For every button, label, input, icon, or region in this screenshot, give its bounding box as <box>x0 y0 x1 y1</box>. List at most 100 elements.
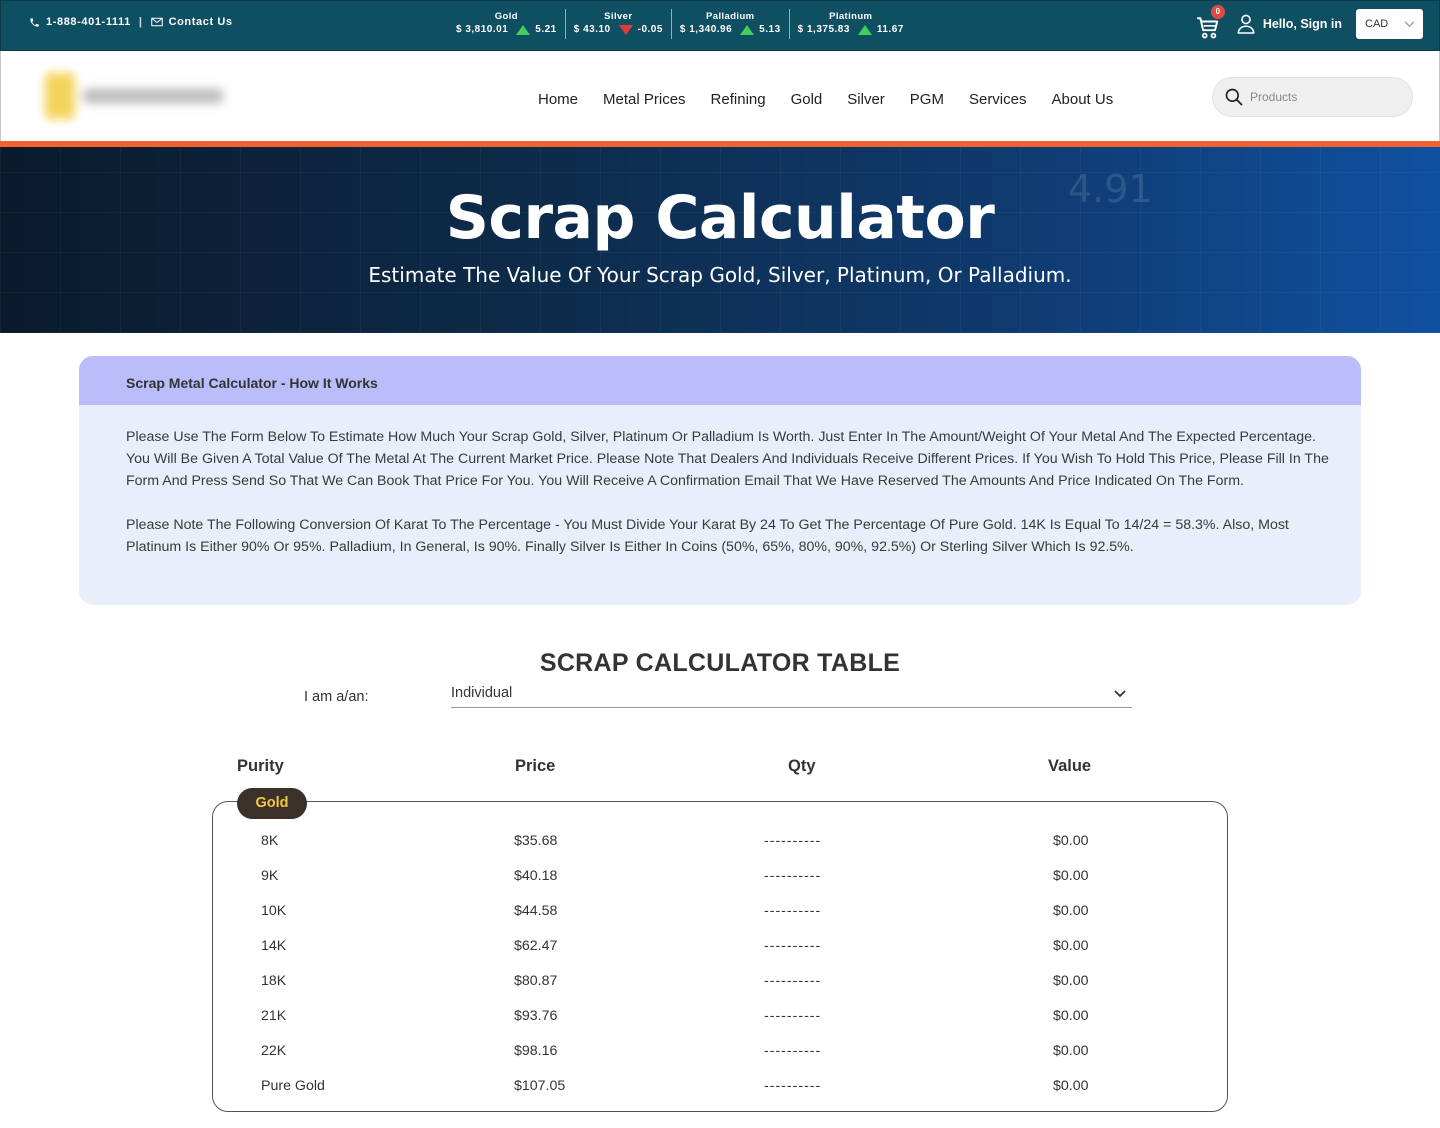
purity-cell: 14K <box>261 938 287 954</box>
cart-count-badge: 0 <box>1210 5 1225 19</box>
table-row: 22K $98.16 ---------- $0.00 <box>212 1043 1228 1078</box>
info-paragraph: Please Use The Form Below To Estimate Ho… <box>126 429 1329 489</box>
ticker-price: $ 1,375.83 <box>797 24 850 35</box>
nav-item-services[interactable]: Services <box>969 91 1027 108</box>
column-header-price: Price <box>515 757 556 775</box>
calculator-title: SCRAP CALCULATOR TABLE <box>539 649 901 677</box>
nav-item-gold[interactable]: Gold <box>791 91 823 108</box>
ticker-change: 5.21 <box>535 24 557 35</box>
currency-select[interactable]: CAD <box>1356 9 1423 39</box>
table-row: 21K $93.76 ---------- $0.00 <box>212 1008 1228 1043</box>
nav-item-home[interactable]: Home <box>538 91 578 108</box>
qty-input[interactable]: ---------- <box>764 868 821 884</box>
purity-cell: 21K <box>261 1008 287 1024</box>
ticker-change: -0.05 <box>637 24 663 35</box>
table-row: 14K $62.47 ---------- $0.00 <box>212 938 1228 973</box>
value-cell: $0.00 <box>1053 903 1089 919</box>
column-header-qty: Qty <box>788 757 816 775</box>
phone-icon <box>30 17 39 27</box>
nav-item-metal-prices[interactable]: Metal Prices <box>603 91 686 108</box>
table-row: 10K $44.58 ---------- $0.00 <box>212 903 1228 938</box>
contact-link[interactable]: Contact Us <box>169 16 233 28</box>
ticker-item-palladium: Palladium $ 1,340.96 5.13 <box>672 9 790 39</box>
currency-value: CAD <box>1365 18 1389 30</box>
value-cell: $0.00 <box>1053 938 1089 954</box>
ticker-price: $ 43.10 <box>573 24 611 35</box>
info-paragraph: Please Note The Following Conversion Of … <box>126 517 1289 555</box>
main-header: Home Metal Prices Refining Gold Silver PGM Ser… <box>0 51 1440 142</box>
sign-in-label: Hello, Sign in <box>1262 17 1342 31</box>
search-icon[interactable] <box>1224 87 1244 107</box>
ticker-item-gold: Gold $ 3,810.01 5.21 <box>448 9 566 39</box>
purity-cell: 8K <box>261 833 279 849</box>
ticker-price: $ 3,810.01 <box>456 24 509 35</box>
price-cell: $98.16 <box>514 1043 558 1059</box>
customer-type-select[interactable]: Individual <box>451 685 1132 708</box>
value-cell: $0.00 <box>1053 1078 1089 1094</box>
purity-cell: 22K <box>261 1043 287 1059</box>
purity-cell: 10K <box>261 903 287 919</box>
qty-input[interactable]: ---------- <box>764 938 821 954</box>
ticker-item-platinum: Platinum $ 1,375.83 11.67 <box>790 9 912 39</box>
search-bar <box>1212 77 1413 117</box>
sign-in-link[interactable]: Hello, Sign in <box>1237 14 1342 34</box>
table-row: 9K $40.18 ---------- $0.00 <box>212 868 1228 903</box>
chevron-down-icon <box>1114 690 1126 698</box>
table-row: 18K $80.87 ---------- $0.00 <box>212 973 1228 1008</box>
ticker-metal: Gold <box>494 11 518 22</box>
price-cell: $40.18 <box>514 868 558 884</box>
purity-cell: Pure Gold <box>261 1078 325 1094</box>
divider: | <box>138 16 143 28</box>
cart-button[interactable]: 0 <box>1195 5 1225 41</box>
nav-item-pgm[interactable]: PGM <box>910 91 944 108</box>
table-row: 8K $35.68 ---------- $0.00 <box>212 833 1228 868</box>
value-cell: $0.00 <box>1053 1043 1089 1059</box>
value-cell: $0.00 <box>1053 868 1089 884</box>
ticker-change: 5.13 <box>759 24 781 35</box>
page-subtitle: Estimate The Value Of Your Scrap Gold, S… <box>368 263 1072 287</box>
price-ticker: Gold $ 3,810.01 5.21 Silver $ 43.10 -0.05 Pall… <box>448 9 912 39</box>
price-cell: $80.87 <box>514 973 558 989</box>
ticker-metal: Platinum <box>829 11 873 22</box>
qty-input[interactable]: ---------- <box>764 973 821 989</box>
metal-group-badge: Gold <box>237 788 307 819</box>
nav-item-about-us[interactable]: About Us <box>1052 91 1114 108</box>
page-title: Scrap Calculator <box>445 183 995 253</box>
column-header-purity: Purity <box>237 757 284 775</box>
price-cell: $93.76 <box>514 1008 558 1024</box>
mail-icon <box>150 17 163 27</box>
chevron-down-icon <box>1404 20 1415 27</box>
price-cell: $35.68 <box>514 833 558 849</box>
ticker-change: 11.67 <box>876 24 904 35</box>
how-it-works-panel: Scrap Metal Calculator - How It Works Pl… <box>79 356 1361 605</box>
nav-item-silver[interactable]: Silver <box>847 91 885 108</box>
phone-link[interactable]: 1-888-401-1111 <box>46 16 131 28</box>
qty-input[interactable]: ---------- <box>764 903 821 919</box>
ticker-price: $ 1,340.96 <box>679 24 733 35</box>
price-cell: $62.47 <box>514 938 558 954</box>
arrow-up-icon <box>857 24 872 35</box>
arrow-up-icon <box>740 24 755 35</box>
purity-cell: 9K <box>261 868 279 884</box>
ticker-metal: Palladium <box>706 11 755 22</box>
panel-heading: Scrap Metal Calculator - How It Works <box>79 356 1361 405</box>
customer-type-label: I am a/an: <box>304 689 369 705</box>
qty-input[interactable]: ---------- <box>764 1078 821 1094</box>
value-cell: $0.00 <box>1053 833 1089 849</box>
site-logo[interactable] <box>39 71 235 121</box>
price-cell: $44.58 <box>514 903 558 919</box>
hero-banner: 4.91 Scrap Calculator Estimate The Value… <box>0 147 1440 333</box>
arrow-down-icon <box>618 24 633 35</box>
qty-input[interactable]: ---------- <box>764 1043 821 1059</box>
value-cell: $0.00 <box>1053 973 1089 989</box>
top-bar: 1-888-401-1111 | Contact Us Gold $ 3,810.… <box>0 0 1440 51</box>
table-row: Pure Gold $107.05 ---------- $0.00 <box>212 1078 1228 1113</box>
nav-item-refining[interactable]: Refining <box>711 91 766 108</box>
price-cell: $107.05 <box>514 1078 566 1094</box>
qty-input[interactable]: ---------- <box>764 833 821 849</box>
account-area: 0 Hello, Sign in CAD <box>1195 5 1423 41</box>
qty-input[interactable]: ---------- <box>764 1008 821 1024</box>
customer-type-value: Individual <box>451 685 513 701</box>
search-input[interactable] <box>1250 90 1400 104</box>
main-nav: Home Metal Prices Refining Gold Silver PGM Ser… <box>538 91 1138 108</box>
